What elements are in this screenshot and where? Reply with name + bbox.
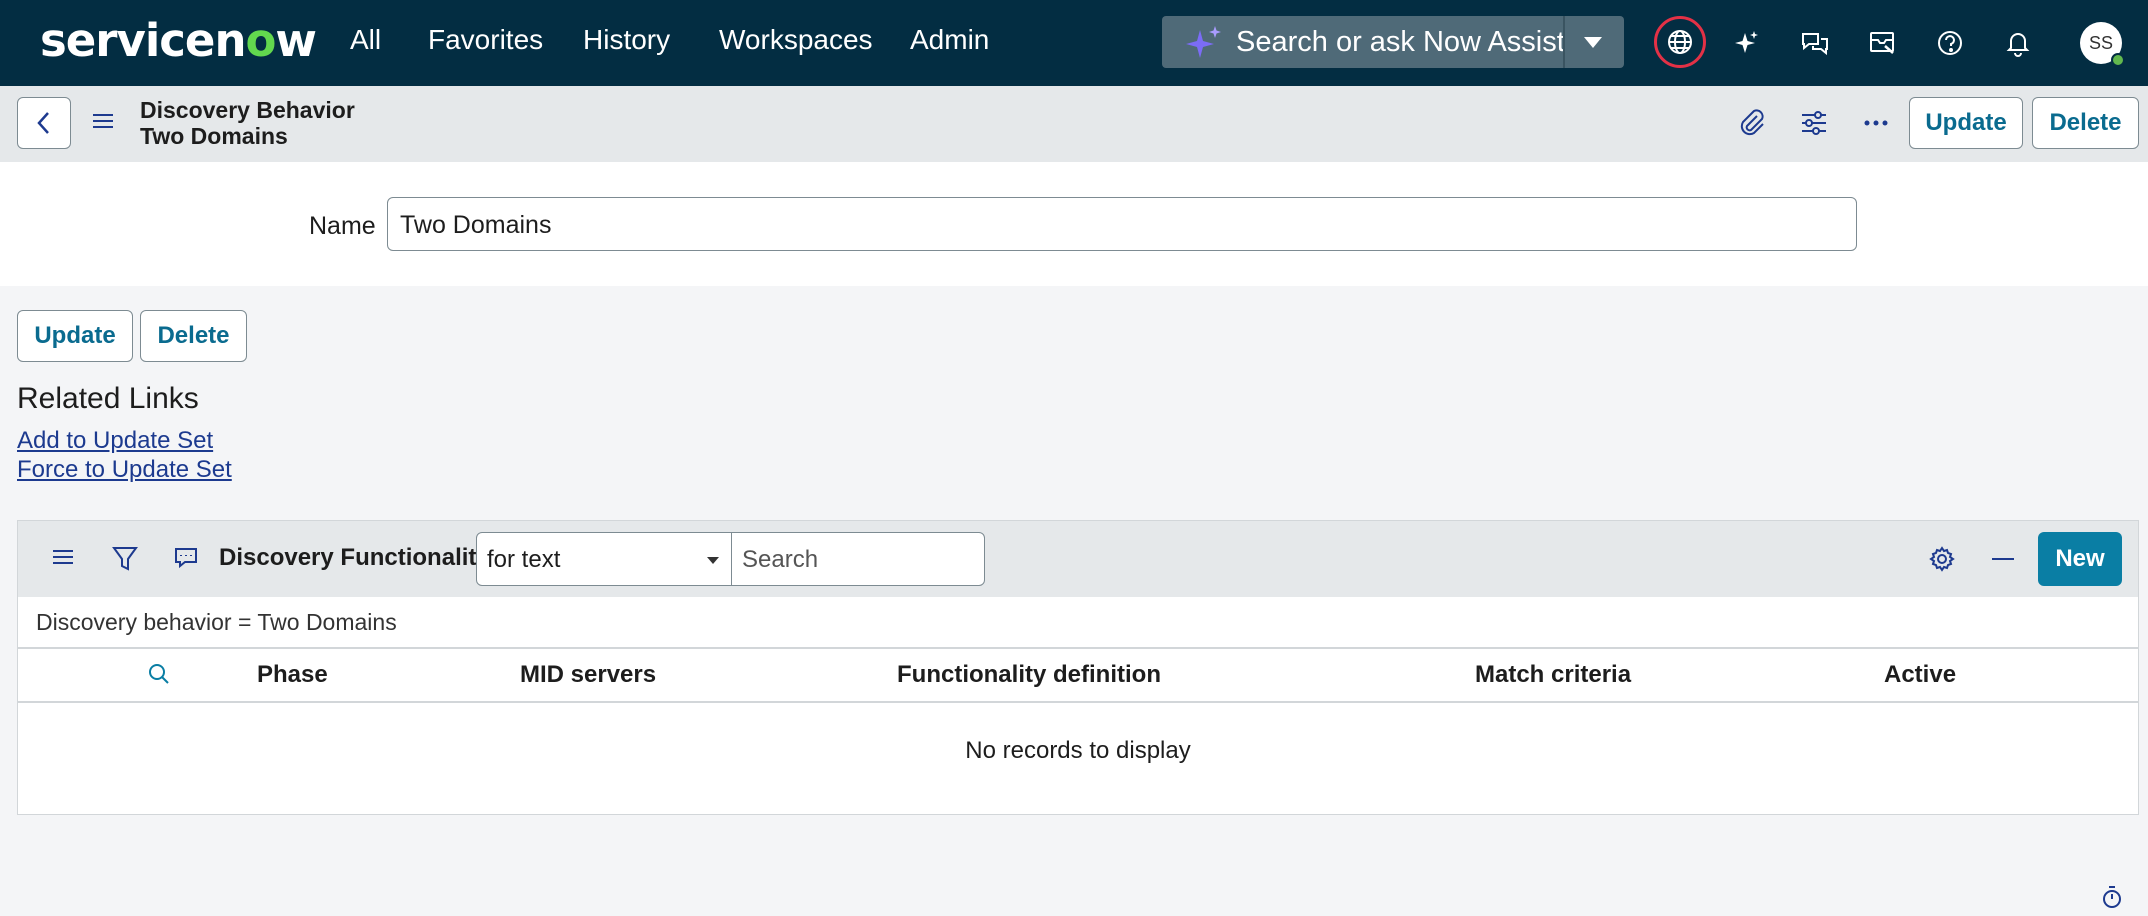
list-search-input[interactable]: Search [731, 532, 985, 586]
column-header-functionality-definition[interactable]: Functionality definition [897, 661, 1161, 689]
nav-all[interactable]: All [350, 24, 381, 56]
inbox-image-icon[interactable] [1859, 19, 1907, 67]
nav-favorites[interactable]: Favorites [428, 24, 543, 56]
search-divider [1563, 16, 1565, 68]
form-menu-icon[interactable] [92, 112, 114, 135]
record-header: Discovery Behavior Two Domains Update De… [0, 86, 2148, 162]
personalize-form-icon[interactable] [1799, 106, 1829, 145]
gear-icon[interactable] [1928, 545, 1956, 578]
back-button[interactable] [17, 97, 71, 149]
empty-list-message: No records to display [965, 737, 1191, 764]
list-menu-icon[interactable] [52, 547, 74, 572]
nav-admin[interactable]: Admin [910, 24, 989, 56]
avatar-initials: SS [2088, 32, 2113, 53]
name-label: Name [309, 212, 376, 240]
select-caret-icon [707, 557, 719, 564]
now-assist-sparkle-icon [1184, 24, 1224, 67]
related-list-header: Discovery Functionality for text Search … [18, 521, 2138, 597]
record-title-name: Two Domains [140, 123, 288, 149]
related-links-title: Related Links [17, 382, 199, 415]
nav-workspaces[interactable]: Workspaces [719, 24, 873, 56]
online-status-dot [2111, 53, 2125, 67]
record-title: Discovery Behavior Two Domains [140, 97, 355, 149]
force-to-update-set-link[interactable]: Force to Update Set [17, 456, 232, 484]
header-update-button[interactable]: Update [1909, 97, 2023, 149]
form-delete-button[interactable]: Delete [140, 310, 247, 362]
more-options-icon[interactable] [1861, 106, 1891, 145]
chevron-left-icon [37, 112, 49, 134]
record-title-type: Discovery Behavior [140, 97, 355, 123]
form-update-button[interactable]: Update [17, 310, 133, 362]
attachment-icon[interactable] [1737, 106, 1765, 145]
column-search-icon[interactable] [147, 662, 171, 691]
avatar[interactable]: SS [2080, 22, 2125, 67]
breadcrumb-divider [18, 647, 2138, 649]
search-placeholder[interactable]: Search or ask Now Assist [1236, 26, 1565, 59]
search-column-value: for text [487, 546, 561, 573]
table-header-divider [18, 701, 2138, 703]
search-dropdown-icon[interactable] [1578, 31, 1608, 58]
name-field[interactable]: Two Domains [387, 197, 1857, 251]
form-section: Name Two Domains [0, 162, 2148, 286]
search-column-select[interactable]: for text [476, 532, 732, 586]
list-chat-icon[interactable] [173, 545, 199, 576]
nav-history[interactable]: History [583, 24, 670, 56]
servicenow-logo[interactable]: servicenow [40, 14, 317, 67]
header-delete-button[interactable]: Delete [2032, 97, 2139, 149]
new-button[interactable]: New [2038, 532, 2122, 586]
collapse-icon[interactable] [1990, 547, 2016, 576]
related-list: Discovery Functionality for text Search … [17, 520, 2139, 815]
now-assist-search[interactable]: Search or ask Now Assist [1162, 16, 1624, 68]
column-header-mid-servers[interactable]: MID servers [520, 661, 656, 689]
bell-icon[interactable] [1994, 19, 2042, 67]
filter-icon[interactable] [112, 545, 138, 578]
related-list-title: Discovery Functionality [219, 544, 490, 571]
ai-sparkle-icon[interactable] [1723, 19, 1771, 67]
help-icon[interactable] [1926, 19, 1974, 67]
chat-icon[interactable] [1791, 19, 1839, 67]
globe-icon[interactable] [1654, 16, 1706, 68]
column-header-phase[interactable]: Phase [257, 661, 328, 689]
top-nav: servicenow All Favorites History Workspa… [0, 0, 2148, 86]
column-header-active[interactable]: Active [1884, 661, 1956, 689]
column-header-match-criteria[interactable]: Match criteria [1475, 661, 1631, 689]
response-time-icon[interactable] [2100, 884, 2124, 915]
add-to-update-set-link[interactable]: Add to Update Set [17, 427, 213, 455]
breadcrumb[interactable]: Discovery behavior = Two Domains [36, 609, 397, 636]
